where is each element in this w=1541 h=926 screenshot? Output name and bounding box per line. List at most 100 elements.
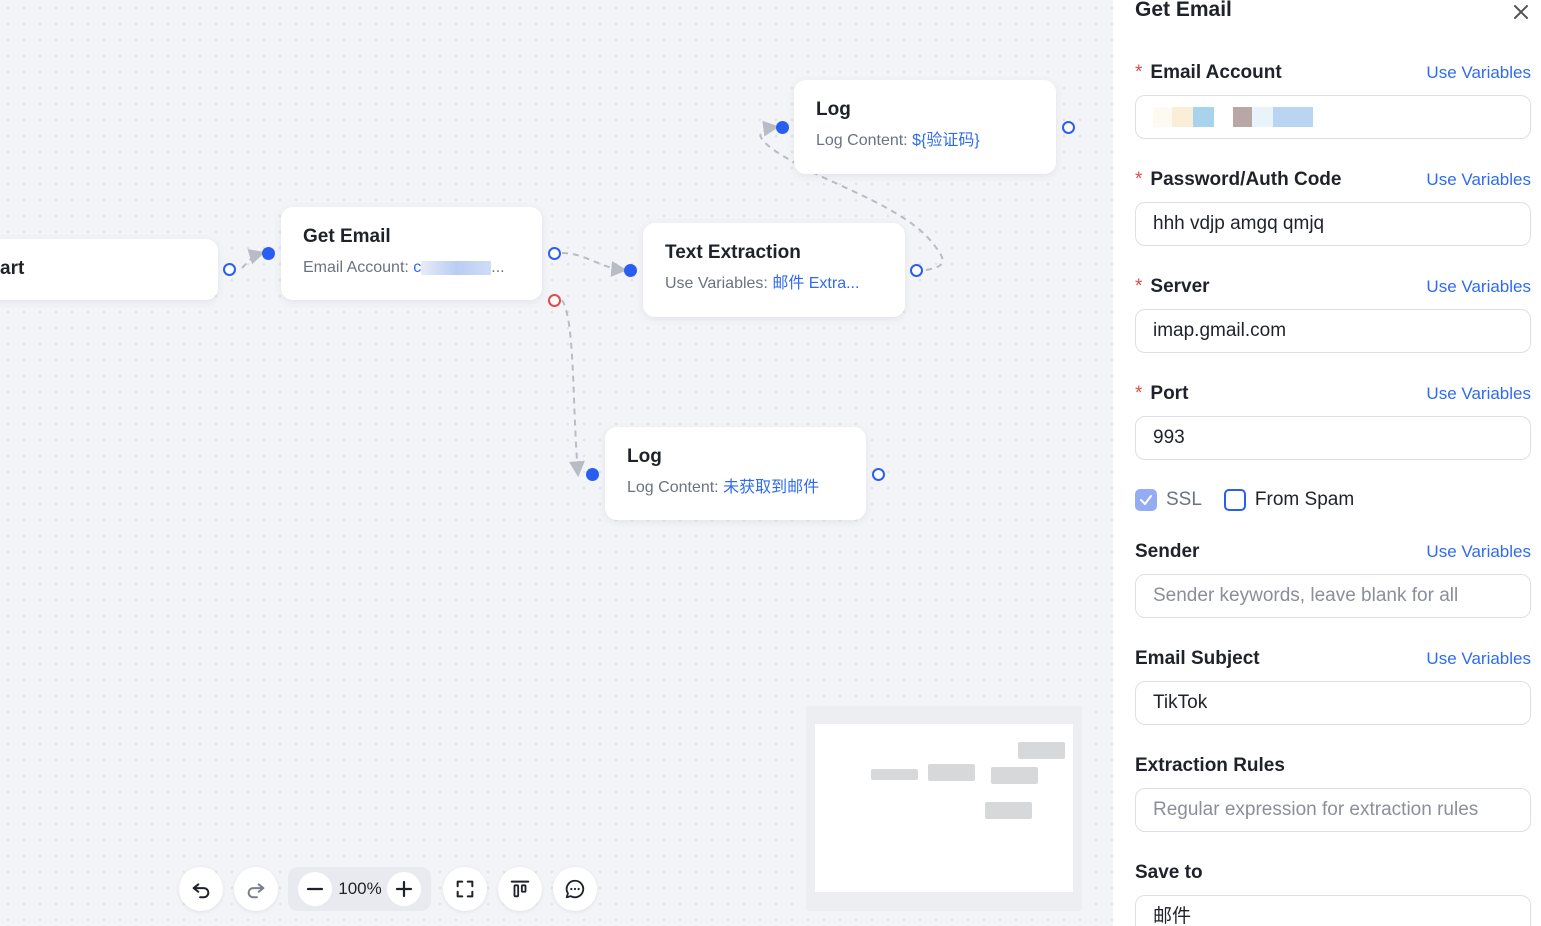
node-start-title: art [0, 258, 25, 279]
comment-button[interactable] [553, 867, 597, 911]
log-bottom-input-port[interactable] [586, 468, 599, 481]
password-input[interactable]: hhh vdjp amgq qmjq [1135, 202, 1531, 246]
zoom-out-button[interactable] [298, 872, 332, 906]
minimap-node [985, 802, 1032, 819]
get-email-error-port[interactable] [548, 294, 561, 307]
password-use-variables[interactable]: Use Variables [1426, 170, 1531, 190]
edge-error-to-log-bottom [561, 299, 585, 478]
node-text-extraction-sub: Use Variables: 邮件 Extra... [665, 273, 883, 295]
node-log-bottom-sub-label: Log Content: [627, 479, 719, 496]
align-top-icon [510, 880, 530, 898]
ssl-checkbox[interactable] [1135, 489, 1157, 511]
comment-icon [565, 879, 585, 899]
extraction-rules-label: Extraction Rules [1135, 755, 1285, 776]
redo-icon [247, 883, 265, 899]
field-save-to: Save to 邮件 [1135, 861, 1531, 926]
node-get-email-ellipsis: ... [491, 259, 505, 276]
redacted-block [1153, 106, 1313, 127]
field-sender: Sender Use Variables Sender keywords, le… [1135, 540, 1531, 618]
extraction-rules-input[interactable]: Regular expression for extraction rules [1135, 788, 1531, 832]
log-top-output-port[interactable] [1062, 121, 1075, 134]
minimap-node [991, 767, 1038, 784]
panel-title: Get Email [1135, 0, 1232, 21]
fullscreen-icon [456, 880, 474, 898]
field-email-subject: Email Subject Use Variables TikTok [1135, 647, 1531, 725]
node-log-top[interactable]: Log Log Content: ${验证码} [794, 80, 1056, 174]
zoom-in-button[interactable] [387, 872, 421, 906]
node-log-bottom-sub-value: 未获取到邮件 [723, 479, 820, 496]
email-subject-input[interactable]: TikTok [1135, 681, 1531, 725]
undo-icon [192, 883, 210, 899]
log-top-input-port[interactable] [776, 121, 789, 134]
node-get-email-title: Get Email [303, 226, 391, 247]
undo-button[interactable] [179, 867, 223, 911]
node-get-email-sub-value: c [413, 259, 422, 276]
port-use-variables[interactable]: Use Variables [1426, 384, 1531, 404]
server-use-variables[interactable]: Use Variables [1426, 277, 1531, 297]
node-start[interactable]: art [0, 239, 218, 300]
node-log-top-sub-value: ${验证码} [912, 132, 980, 149]
minimap[interactable] [806, 706, 1082, 911]
check-icon [1140, 495, 1152, 505]
minimap-node [871, 769, 918, 780]
plus-icon [395, 880, 413, 898]
field-extraction-rules: Extraction Rules Regular expression for … [1135, 754, 1531, 832]
node-get-email-sub-label: Email Account: [303, 259, 409, 276]
canvas-toolbar: 100% [179, 867, 599, 911]
field-server: * Server Use Variables imap.gmail.com [1135, 275, 1531, 353]
auto-layout-button[interactable] [498, 867, 542, 911]
get-email-output-port[interactable] [548, 247, 561, 260]
field-password: * Password/Auth Code Use Variables hhh vd… [1135, 168, 1531, 246]
get-email-input-port[interactable] [262, 247, 275, 260]
node-settings-panel: Get Email * Email Account Use Variables *… [1113, 0, 1541, 926]
email-account-use-variables[interactable]: Use Variables [1426, 63, 1531, 83]
email-account-input[interactable] [1135, 95, 1531, 139]
zoom-level: 100% [338, 879, 382, 898]
options-row: SSL From Spam [1135, 488, 1354, 512]
node-text-extraction-sub-label: Use Variables: [665, 275, 768, 292]
close-icon [1514, 5, 1528, 19]
node-log-top-sub-label: Log Content: [816, 132, 908, 149]
node-get-email[interactable]: Get Email Email Account: c... [281, 207, 542, 300]
text-extraction-input-port[interactable] [624, 264, 637, 277]
node-log-bottom-title: Log [627, 446, 662, 467]
edge-get-email-to-text-extraction [561, 252, 628, 277]
save-to-label: Save to [1135, 862, 1203, 883]
from-spam-checkbox[interactable] [1223, 489, 1246, 511]
text-extraction-output-port[interactable] [910, 264, 923, 277]
email-subject-use-variables[interactable]: Use Variables [1426, 649, 1531, 669]
minimap-node [928, 764, 975, 781]
save-to-input[interactable]: 邮件 [1135, 895, 1531, 926]
sender-input[interactable]: Sender keywords, leave blank for all [1135, 574, 1531, 618]
from-spam-label: From Spam [1254, 489, 1355, 510]
ssl-label: SSL [1166, 489, 1202, 510]
node-text-extraction[interactable]: Text Extraction Use Variables: 邮件 Extra.… [643, 223, 905, 317]
redo-button[interactable] [234, 867, 278, 911]
node-log-top-sub: Log Content: ${验证码} [816, 130, 1034, 152]
minimap-node [1018, 742, 1065, 759]
node-text-extraction-sub-value: 邮件 Extra... [772, 275, 860, 292]
edge-start-to-get-email [241, 249, 266, 269]
node-log-bottom[interactable]: Log Log Content: 未获取到邮件 [605, 427, 866, 520]
log-bottom-output-port[interactable] [872, 468, 885, 481]
field-port: * Port Use Variables 993 [1135, 382, 1531, 460]
required-mark: * [1135, 169, 1143, 190]
node-text-extraction-title: Text Extraction [665, 242, 801, 263]
start-output-port[interactable] [223, 263, 236, 276]
redacted-block [421, 260, 492, 275]
field-email-account: * Email Account Use Variables [1135, 61, 1531, 139]
required-mark: * [1135, 62, 1143, 83]
required-mark: * [1135, 276, 1143, 297]
zoom-controls: 100% [288, 867, 431, 911]
port-input[interactable]: 993 [1135, 416, 1531, 460]
close-panel-button[interactable] [1513, 0, 1529, 26]
required-mark: * [1135, 383, 1143, 404]
server-input[interactable]: imap.gmail.com [1135, 309, 1531, 353]
fit-view-button[interactable] [443, 867, 487, 911]
node-log-top-title: Log [816, 99, 851, 120]
node-get-email-sub: Email Account: c... [303, 257, 520, 279]
workflow-canvas[interactable]: art Get Email Email Account: c... Text E… [0, 0, 1113, 926]
minus-icon [306, 887, 324, 891]
node-log-bottom-sub: Log Content: 未获取到邮件 [627, 477, 844, 499]
sender-use-variables[interactable]: Use Variables [1426, 542, 1531, 562]
